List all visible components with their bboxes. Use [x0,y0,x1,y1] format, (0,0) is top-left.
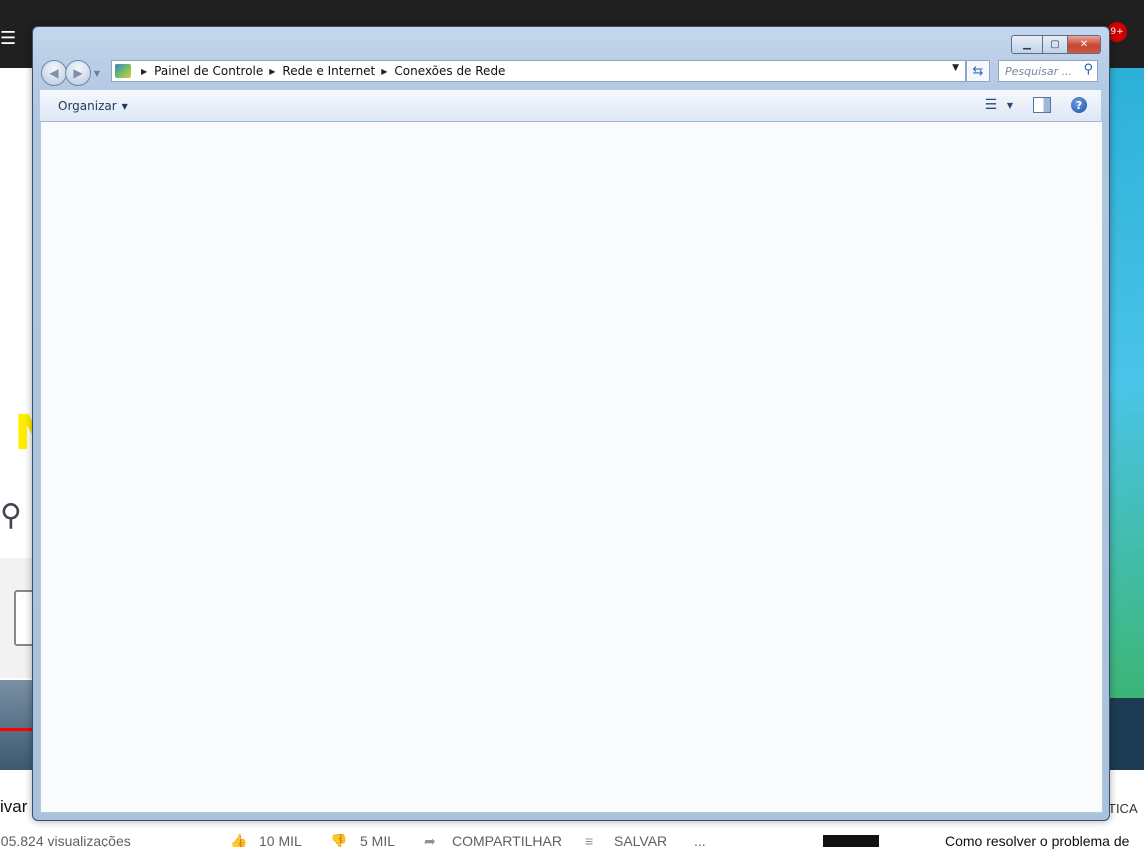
search-box[interactable]: ⚲ [998,60,1098,82]
save-button[interactable]: SALVAR [614,833,667,847]
window-controls: ▁ ▢ ✕ [1011,35,1101,54]
refresh-icon: ⇆ [972,63,984,79]
video-magnifier-icon: ⚲ [0,498,22,533]
notification-badge[interactable]: 9+ [1107,22,1127,42]
close-icon: ✕ [1079,39,1089,50]
minimize-button[interactable]: ▁ [1011,35,1043,54]
breadcrumb-painel-de-controle[interactable]: Painel de Controle [154,64,263,78]
views-icon[interactable]: ☰ [983,97,999,113]
chevron-down-icon: ▼ [121,101,128,111]
view-count: 705.824 visualizações [0,833,131,847]
breadcrumb-chevron-icon[interactable]: ▶ [381,67,387,76]
like-icon[interactable]: 👍 [230,833,247,847]
back-arrow-icon: ◀ [49,66,59,80]
refresh-button[interactable]: ⇆ [966,60,990,82]
menu-icon[interactable]: ☰ [0,28,16,49]
help-icon[interactable]: ? [1071,97,1087,113]
more-actions-button[interactable]: ... [694,833,706,847]
recent-pages-dropdown[interactable]: ▼ [92,69,102,78]
next-video-thumbnail[interactable] [823,835,879,847]
control-panel-icon [115,64,131,78]
like-count[interactable]: 10 MIL [259,833,302,847]
video-progress-bar[interactable] [0,728,34,731]
search-icon[interactable]: ⚲ [1083,62,1093,77]
address-dropdown-icon[interactable]: ▼ [952,63,959,73]
video-controls-area [1106,698,1144,770]
file-list-area[interactable] [40,122,1103,813]
forward-arrow-icon: ▶ [73,66,83,80]
breadcrumb-conexoes-de-rede[interactable]: Conexões de Rede [394,64,505,78]
preview-pane-icon[interactable] [1033,97,1051,113]
breadcrumb-rede-e-internet[interactable]: Rede e Internet [282,64,375,78]
back-button[interactable]: ◀ [41,60,67,86]
toolbar-right-group: ☰ ▼ ? [983,97,1087,113]
video-player-right-edge[interactable] [1106,68,1144,770]
share-button[interactable]: COMPARTILHAR [452,833,562,847]
organize-menu-button[interactable]: Organizar ▼ [58,99,128,113]
minimize-icon: ▁ [1023,39,1031,50]
maximize-button[interactable]: ▢ [1043,35,1068,54]
video-player-left-edge[interactable]: N ⚲ [0,68,34,770]
command-bar: Organizar ▼ ☰ ▼ ? [40,90,1101,122]
video-frame-letter: N [14,408,34,458]
views-dropdown-icon[interactable]: ▼ [1007,101,1013,110]
save-playlist-icon[interactable]: ≡ [585,833,593,847]
forward-button[interactable]: ▶ [65,60,91,86]
address-bar[interactable]: ▶ Painel de Controle ▶ Rede e Internet ▶… [111,60,966,82]
explorer-window: ▁ ▢ ✕ ◀ ▶ ▼ ▶ Painel de Controle ▶ Rede … [32,26,1110,821]
organize-label: Organizar [58,99,117,113]
close-button[interactable]: ✕ [1068,35,1101,54]
breadcrumb-chevron-icon[interactable]: ▶ [269,67,275,76]
share-icon[interactable]: ➦ [424,833,436,847]
video-frame-box [14,590,34,646]
video-title-fragment: ivar [0,797,28,816]
video-frame-start-orb [0,680,34,770]
breadcrumb-chevron-icon[interactable]: ▶ [141,67,147,76]
channel-text-fragment: TICA [1108,801,1138,816]
dislike-count[interactable]: 5 MIL [360,833,395,847]
maximize-icon: ▢ [1050,39,1060,50]
navigation-buttons: ◀ ▶ ▼ [41,60,102,86]
dislike-icon[interactable]: 👎 [330,833,347,847]
search-input[interactable] [999,63,1079,79]
